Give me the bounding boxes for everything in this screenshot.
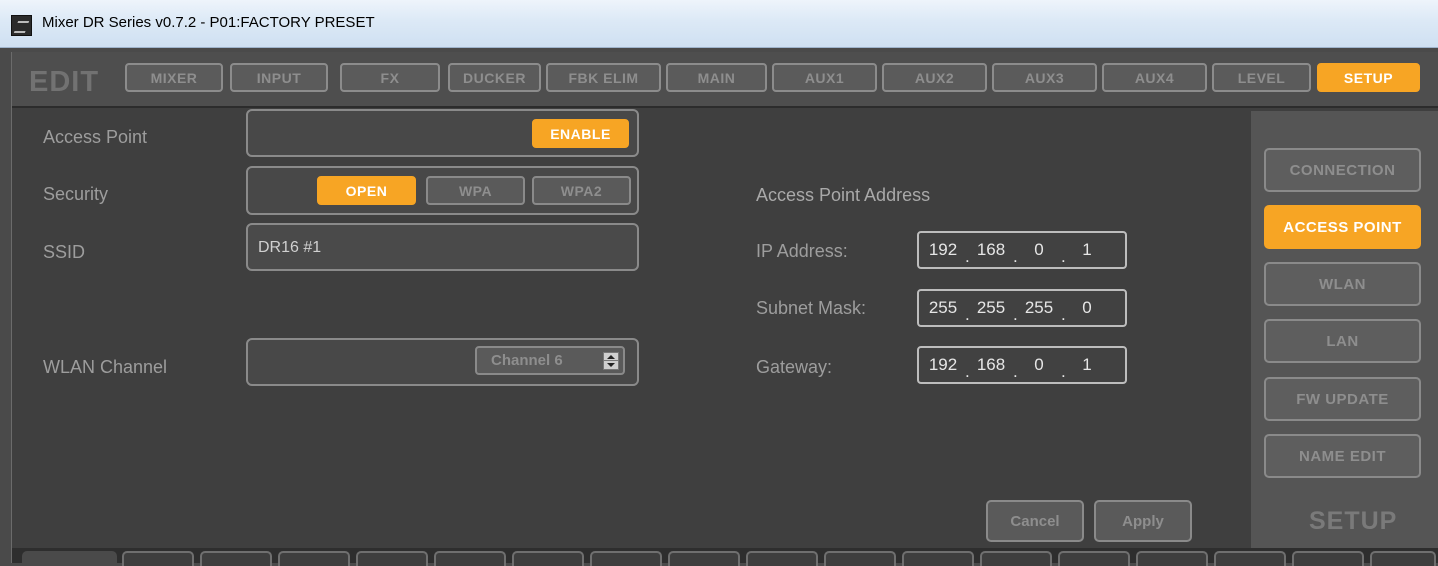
tab-mixer[interactable]: MIXER bbox=[125, 63, 223, 92]
tab-setup[interactable]: SETUP bbox=[1317, 63, 1420, 92]
window-title: Mixer DR Series v0.7.2 - P01:FACTORY PRE… bbox=[42, 14, 375, 31]
channel-tab[interactable] bbox=[824, 551, 896, 566]
ip-address-input[interactable]: 192 . 168 . 0 . 1 bbox=[917, 231, 1127, 269]
subnet-octet: 0 bbox=[1082, 298, 1092, 317]
channel-value: Channel 6 bbox=[491, 352, 563, 369]
channel-tab[interactable] bbox=[590, 551, 662, 566]
channel-tab[interactable] bbox=[980, 551, 1052, 566]
security-open-button[interactable]: OPEN bbox=[317, 176, 416, 205]
spinner-arrows-icon[interactable] bbox=[603, 352, 619, 370]
subnet-octet: 255 bbox=[1024, 298, 1054, 317]
gateway-input[interactable]: 192 . 168 . 0 . 1 bbox=[917, 346, 1127, 384]
subnet-octet: 255 bbox=[928, 298, 958, 317]
access-point-box: ENABLE bbox=[246, 109, 639, 157]
ssid-input[interactable]: DR16 #1 bbox=[246, 223, 639, 271]
channel-tab[interactable] bbox=[512, 551, 584, 566]
subnet-mask-input[interactable]: 255 . 255 . 255 . 0 bbox=[917, 289, 1127, 327]
gateway-octet: 168 bbox=[976, 355, 1006, 374]
gateway-octet: 1 bbox=[1082, 355, 1092, 374]
channel-stepper[interactable]: Channel 6 bbox=[475, 346, 625, 375]
tab-level[interactable]: LEVEL bbox=[1212, 63, 1311, 92]
ip-address-label: IP Address: bbox=[756, 241, 848, 261]
subnet-mask-label: Subnet Mask: bbox=[756, 298, 867, 318]
setup-panel-label: SETUP bbox=[1309, 507, 1398, 535]
access-point-label: Access Point bbox=[43, 127, 148, 147]
security-label: Security bbox=[43, 184, 109, 204]
channel-tab[interactable] bbox=[668, 551, 740, 566]
setup-side-panel: CONNECTION ACCESS POINT WLAN LAN FW UPDA… bbox=[1251, 111, 1438, 548]
channel-tab[interactable] bbox=[278, 551, 350, 566]
apply-button[interactable]: Apply bbox=[1094, 500, 1192, 542]
setup-menu-wlan[interactable]: WLAN bbox=[1264, 262, 1421, 306]
channel-tab[interactable] bbox=[1292, 551, 1364, 566]
ip-octet: 168 bbox=[976, 240, 1006, 259]
ip-octet: 1 bbox=[1082, 240, 1092, 259]
channel-tab[interactable] bbox=[200, 551, 272, 566]
app-frame: EDIT MIXER INPUT FX DUCKER FBK ELIM MAIN… bbox=[11, 52, 1438, 566]
top-nav: EDIT MIXER INPUT FX DUCKER FBK ELIM MAIN… bbox=[12, 52, 1438, 108]
security-wpa-button[interactable]: WPA bbox=[426, 176, 525, 205]
security-box: OPEN WPA WPA2 bbox=[246, 166, 639, 215]
setup-menu-access-point[interactable]: ACCESS POINT bbox=[1264, 205, 1421, 249]
setup-menu-lan[interactable]: LAN bbox=[1264, 319, 1421, 363]
cancel-button[interactable]: Cancel bbox=[986, 500, 1084, 542]
channel-tab[interactable] bbox=[902, 551, 974, 566]
security-wpa2-button[interactable]: WPA2 bbox=[532, 176, 631, 205]
wlan-channel-label: WLAN Channel bbox=[43, 357, 168, 377]
edit-label: EDIT bbox=[29, 66, 100, 98]
channel-tab[interactable] bbox=[746, 551, 818, 566]
setup-menu-connection[interactable]: CONNECTION bbox=[1264, 148, 1421, 192]
ip-octet: 0 bbox=[1034, 240, 1044, 259]
tab-main[interactable]: MAIN bbox=[666, 63, 767, 92]
tab-input[interactable]: INPUT bbox=[230, 63, 328, 92]
bottom-channel-strip bbox=[12, 548, 1438, 566]
enable-button[interactable]: ENABLE bbox=[532, 119, 629, 148]
access-point-address-heading: Access Point Address bbox=[756, 185, 931, 205]
tab-fbk-elim[interactable]: FBK ELIM bbox=[546, 63, 661, 92]
channel-tab[interactable] bbox=[1058, 551, 1130, 566]
channel-tab[interactable] bbox=[122, 551, 194, 566]
setup-menu-name-edit[interactable]: NAME EDIT bbox=[1264, 434, 1421, 478]
channel-tab[interactable] bbox=[434, 551, 506, 566]
subnet-octet: 255 bbox=[976, 298, 1006, 317]
ssid-label: SSID bbox=[43, 242, 86, 262]
gateway-label: Gateway: bbox=[756, 357, 833, 377]
tab-fx[interactable]: FX bbox=[340, 63, 440, 92]
ip-octet: 192 bbox=[928, 240, 958, 259]
tab-aux1[interactable]: AUX1 bbox=[772, 63, 877, 92]
tab-aux2[interactable]: AUX2 bbox=[882, 63, 987, 92]
window-titlebar: Mixer DR Series v0.7.2 - P01:FACTORY PRE… bbox=[0, 0, 1438, 48]
channel-tab[interactable] bbox=[1214, 551, 1286, 566]
tab-ducker[interactable]: DUCKER bbox=[448, 63, 541, 92]
gateway-octet: 192 bbox=[928, 355, 958, 374]
tab-aux3[interactable]: AUX3 bbox=[992, 63, 1097, 92]
channel-tab[interactable] bbox=[22, 551, 117, 566]
channel-tab[interactable] bbox=[1370, 551, 1436, 566]
gateway-octet: 0 bbox=[1034, 355, 1044, 374]
app-logo-icon bbox=[11, 15, 32, 36]
channel-tab[interactable] bbox=[356, 551, 428, 566]
setup-menu-fw-update[interactable]: FW UPDATE bbox=[1264, 377, 1421, 421]
tab-aux4[interactable]: AUX4 bbox=[1102, 63, 1207, 92]
channel-tab[interactable] bbox=[1136, 551, 1208, 566]
